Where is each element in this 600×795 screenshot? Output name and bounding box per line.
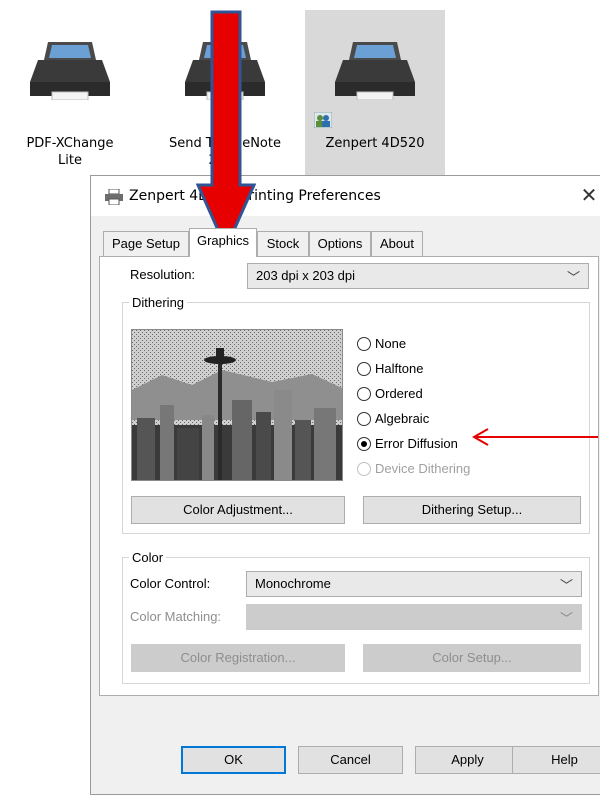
tab-options[interactable]: Options [309, 231, 371, 256]
color-registration-button[interactable]: Color Registration... [131, 644, 345, 672]
shared-users-icon [314, 112, 332, 128]
chevron-down-icon: ﹀ [559, 611, 573, 626]
color-control-value: Monochrome [255, 576, 331, 591]
close-icon: ✕ [580, 183, 598, 207]
printing-preferences-dialog: Zenpert 4D520 Printing Preferences ✕ Pag… [90, 175, 600, 795]
dithering-setup-button[interactable]: Dithering Setup... [363, 496, 581, 524]
resolution-select[interactable]: 203 dpi x 203 dpi ﹀ [247, 263, 589, 289]
dithering-preview-image [131, 329, 343, 481]
color-group: Color Color Control: Monochrome ﹀ Color … [122, 550, 590, 684]
tab-graphics[interactable]: Graphics [189, 228, 257, 257]
skyline-preview-icon [132, 330, 342, 480]
printer-title-icon [105, 189, 123, 205]
printer-icon [30, 42, 110, 100]
dithering-group-title: Dithering [129, 295, 188, 310]
chevron-down-icon: ﹀ [559, 578, 573, 593]
cancel-button[interactable]: Cancel [298, 746, 403, 774]
chevron-down-icon: ﹀ [566, 270, 580, 285]
resolution-label: Resolution: [130, 267, 196, 282]
color-matching-select[interactable]: ﹀ [246, 604, 582, 630]
graphics-tab-panel: Resolution: 203 dpi x 203 dpi ﹀ Ditherin… [99, 256, 599, 696]
apply-button[interactable]: Apply [415, 746, 520, 774]
color-matching-label: Color Matching: [130, 609, 222, 624]
color-control-select[interactable]: Monochrome ﹀ [246, 571, 582, 597]
color-setup-button[interactable]: Color Setup... [363, 644, 581, 672]
color-adjustment-button[interactable]: Color Adjustment... [131, 496, 345, 524]
tab-page-setup[interactable]: Page Setup [103, 231, 189, 256]
help-button[interactable]: Help [512, 746, 600, 774]
printer-pdf-xchange[interactable]: PDF-XChange Lite [0, 10, 140, 175]
ok-button[interactable]: OK [181, 746, 286, 774]
color-control-label: Color Control: [130, 576, 211, 591]
printer-icon [335, 42, 415, 100]
tab-stock[interactable]: Stock [257, 231, 309, 256]
printer-zenpert-4d520[interactable]: Zenpert 4D520 [305, 10, 445, 175]
close-button[interactable]: ✕ [577, 184, 600, 208]
resolution-value: 203 dpi x 203 dpi [256, 268, 356, 283]
printer-label: Zenpert 4D520 [325, 136, 425, 151]
annotation-down-arrow-icon [196, 10, 256, 250]
color-group-title: Color [129, 550, 167, 565]
tab-about[interactable]: About [371, 231, 423, 256]
dialog-titlebar[interactable]: Zenpert 4D520 Printing Preferences ✕ [91, 176, 600, 216]
dithering-group: Dithering None Halftone Ordered Algebrai… [122, 295, 590, 534]
printer-label: PDF-XChange Lite [26, 136, 114, 168]
annotation-left-arrow-icon [471, 428, 598, 446]
